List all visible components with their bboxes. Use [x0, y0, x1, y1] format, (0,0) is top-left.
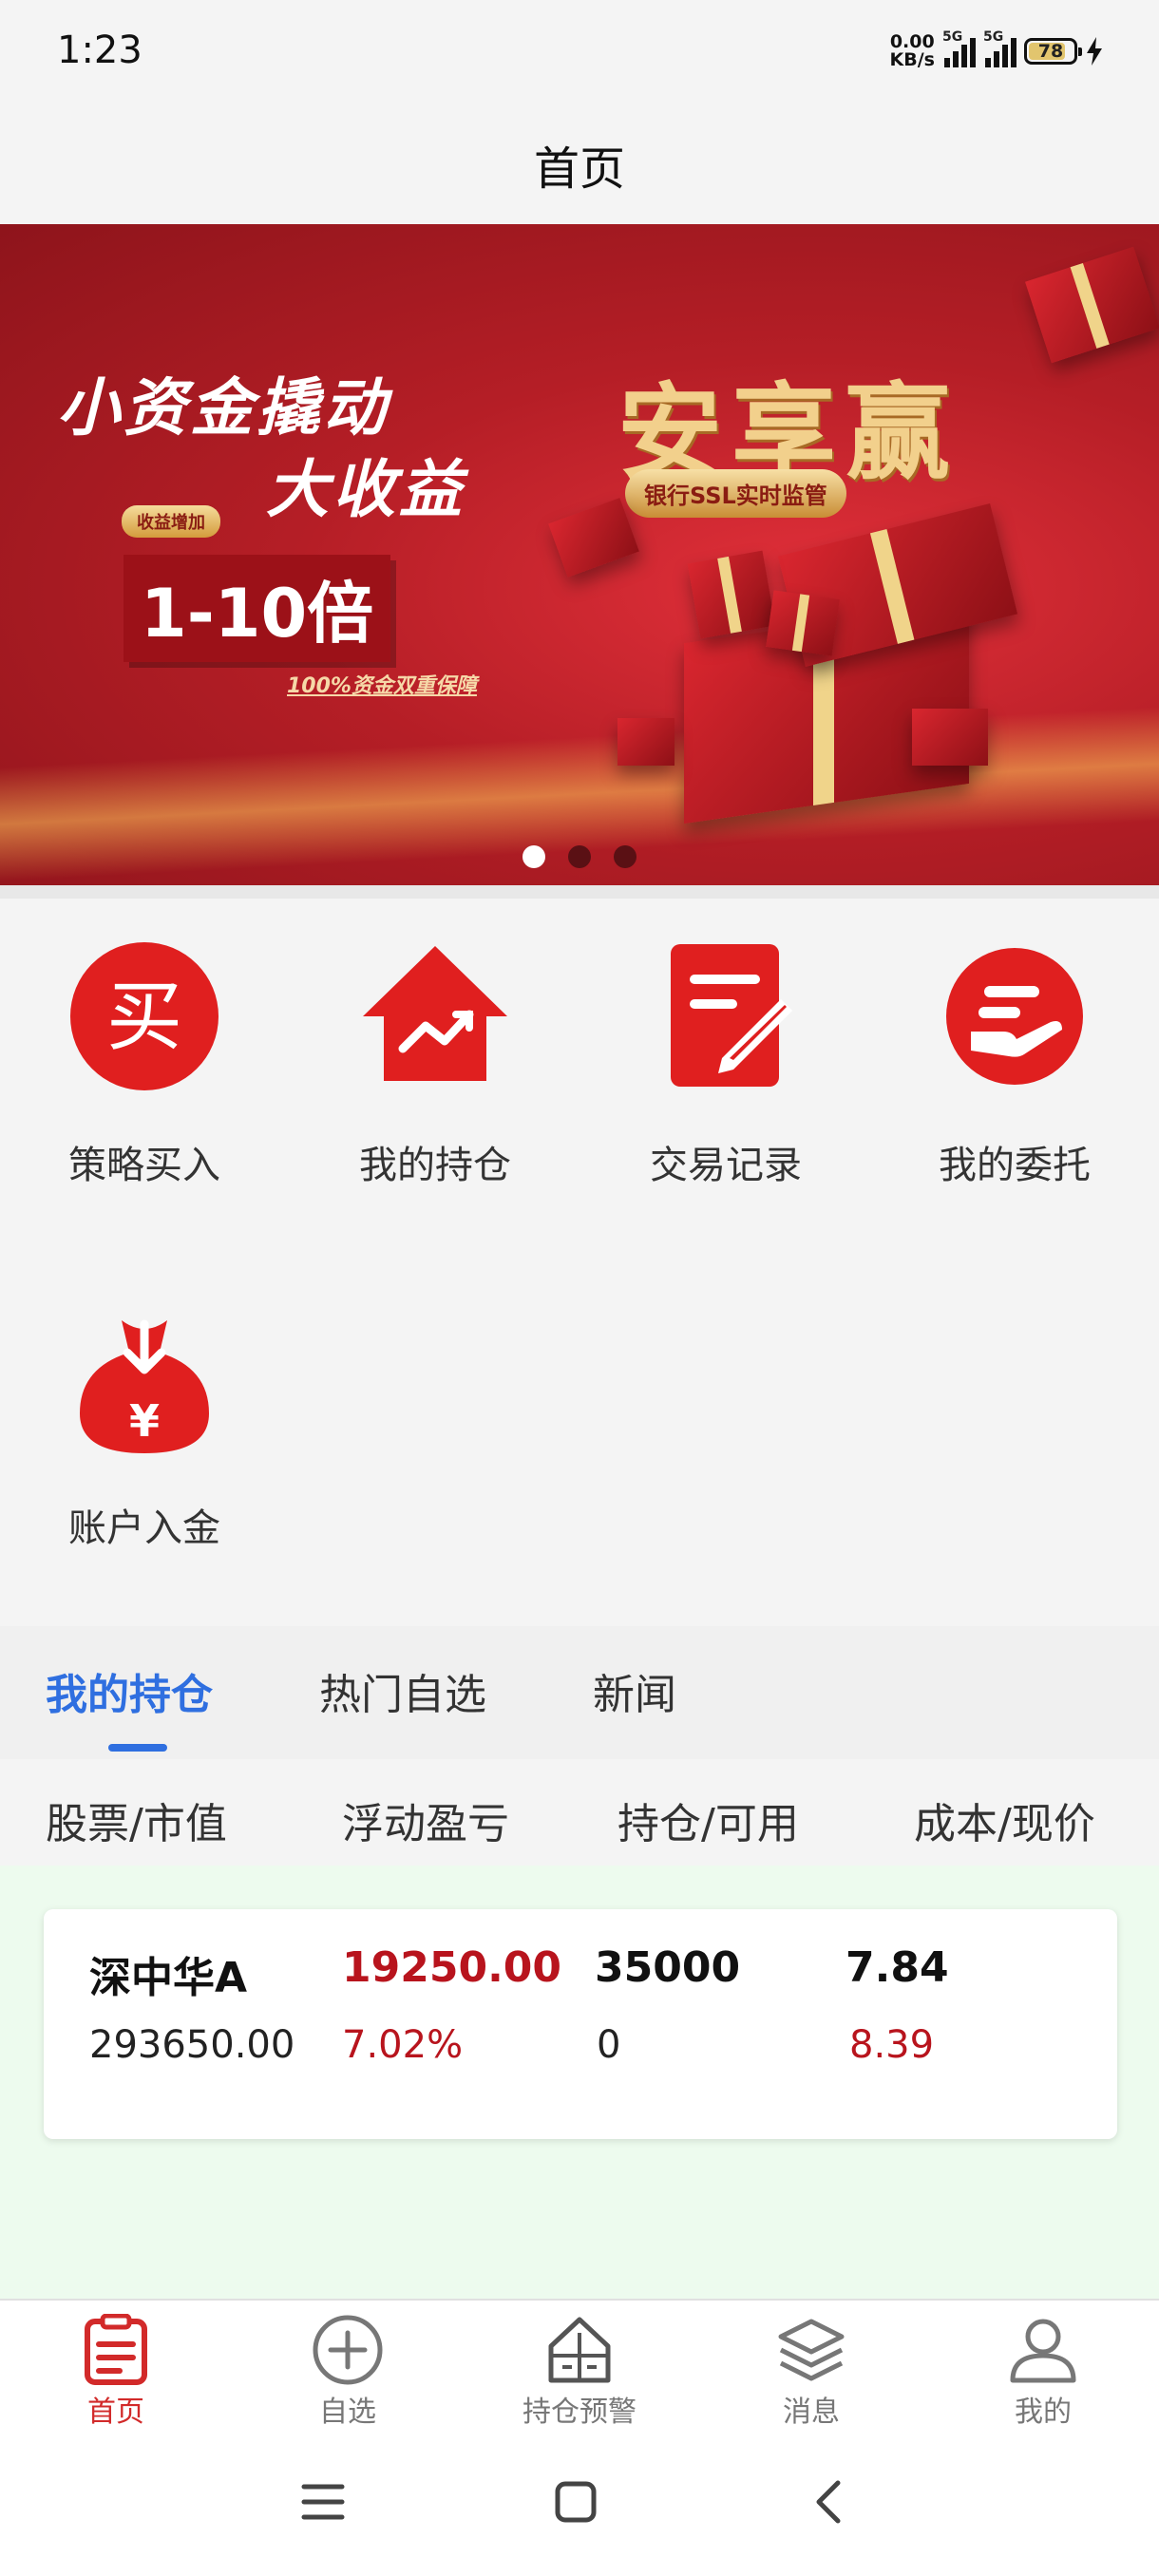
- promo-banner[interactable]: 小资金撬动 大收益 收益增加 1-10倍 100%资金双重保障 安享赢 银行SS…: [0, 224, 1159, 885]
- action-label: 交易记录: [650, 1144, 802, 1187]
- floating-pnl: 19250.00: [342, 1943, 562, 1992]
- home-square-icon[interactable]: [553, 2479, 598, 2525]
- buy-icon: 买: [70, 942, 218, 1090]
- active-tab-indicator: [108, 1744, 167, 1752]
- section-tabs: 我的持仓 热门自选 新闻: [0, 1626, 1159, 1759]
- positions-table-header: 股票/市值 浮动盈亏 持仓/可用 成本/现价: [0, 1759, 1159, 1866]
- column-header: 浮动盈亏: [342, 1800, 509, 1848]
- action-deposit[interactable]: ¥ 账户入金: [30, 1261, 258, 1550]
- hand-money-icon: [946, 948, 1083, 1085]
- action-strategy-buy[interactable]: 买 策略买入: [30, 899, 258, 1187]
- carousel-dot[interactable]: [522, 845, 545, 868]
- banner-slogan-line2: 大收益: [266, 453, 466, 526]
- column-header: 成本/现价: [914, 1800, 1095, 1848]
- nav-position-alert[interactable]: 持仓预警: [484, 2314, 674, 2437]
- charging-icon: [1087, 37, 1102, 66]
- nav-label: 我的: [1015, 2396, 1072, 2429]
- quick-actions: 买 策略买入 我的持仓 交易记录 我的委托 ¥ 账户入金: [0, 899, 1159, 1626]
- page-title: 首页: [533, 142, 625, 196]
- nav-watchlist[interactable]: 自选: [253, 2314, 443, 2437]
- holding-quantity: 35000: [595, 1943, 741, 1992]
- action-label: 我的持仓: [359, 1144, 511, 1187]
- banner-guarantee: 100%资金双重保障: [287, 674, 477, 698]
- nav-label: 持仓预警: [522, 2396, 636, 2429]
- market-value: 293650.00: [89, 2023, 295, 2067]
- signal-icon: 5G: [983, 29, 1016, 67]
- warning-house-icon: [548, 2317, 611, 2383]
- tab-news[interactable]: 新闻: [593, 1660, 676, 1721]
- action-label: 我的委托: [939, 1144, 1091, 1187]
- banner-slogan-line1: 小资金撬动: [57, 371, 390, 445]
- network-speed: 0.00 KB/s: [889, 31, 935, 70]
- stock-name: 深中华A: [89, 1954, 248, 2002]
- current-price: 8.39: [849, 2023, 935, 2067]
- floating-pnl-percent: 7.02%: [342, 2023, 464, 2067]
- nav-label: 自选: [319, 2396, 376, 2429]
- svg-text:买: 买: [106, 973, 182, 1061]
- status-time: 1:23: [57, 28, 142, 72]
- nav-profile[interactable]: 我的: [948, 2314, 1138, 2437]
- banner-multiple: 1-10倍: [124, 555, 391, 662]
- action-label: 账户入金: [68, 1506, 220, 1550]
- house-chart-icon: [363, 946, 507, 1081]
- nav-home[interactable]: 首页: [21, 2314, 211, 2437]
- tab-my-positions[interactable]: 我的持仓: [46, 1660, 213, 1721]
- banner-pill: 银行SSL实时监管: [625, 469, 846, 518]
- position-row[interactable]: 深中华A 293650.00 19250.00 7.02% 35000 0 7.…: [44, 1909, 1117, 2139]
- column-header: 股票/市值: [46, 1800, 227, 1848]
- carousel-dot[interactable]: [614, 845, 636, 868]
- action-my-positions[interactable]: 我的持仓: [321, 899, 549, 1187]
- system-navigation: [0, 2441, 1159, 2576]
- action-label: 策略买入: [68, 1144, 220, 1187]
- available-quantity: 0: [597, 2023, 621, 2067]
- carousel-dot[interactable]: [568, 845, 591, 868]
- menu-icon[interactable]: [300, 2479, 346, 2525]
- bottom-nav: 首页 自选 持仓预警 消息 我的: [0, 2299, 1159, 2441]
- battery-icon: 78: [1024, 38, 1082, 65]
- back-icon[interactable]: [808, 2479, 853, 2525]
- banner-badge: 收益增加: [122, 505, 220, 538]
- money-bag-icon: ¥: [80, 1319, 209, 1453]
- column-header: 持仓/可用: [618, 1800, 799, 1848]
- svg-text:¥: ¥: [129, 1395, 160, 1447]
- status-indicators: 0.00 KB/s 5G 5G 78: [889, 29, 1104, 72]
- section-divider: [0, 885, 1159, 899]
- tab-hot-watchlist[interactable]: 热门自选: [319, 1660, 486, 1721]
- cost-price: 7.84: [846, 1943, 949, 1992]
- action-my-orders[interactable]: 我的委托: [901, 899, 1129, 1187]
- layers-icon: [778, 2319, 845, 2381]
- app-header: 首页: [0, 104, 1159, 224]
- nav-messages[interactable]: 消息: [716, 2314, 906, 2437]
- record-edit-icon: [671, 944, 792, 1087]
- nav-label: 首页: [87, 2396, 144, 2429]
- carousel-indicator: [0, 845, 1159, 868]
- action-trade-records[interactable]: 交易记录: [612, 899, 840, 1187]
- home-doc-icon: [85, 2314, 147, 2385]
- status-bar: 1:23 0.00 KB/s 5G 5G 78: [0, 0, 1159, 104]
- signal-icon: 5G: [942, 29, 976, 67]
- plus-circle-icon: [313, 2315, 383, 2385]
- nav-label: 消息: [783, 2396, 840, 2429]
- user-icon: [1010, 2319, 1076, 2383]
